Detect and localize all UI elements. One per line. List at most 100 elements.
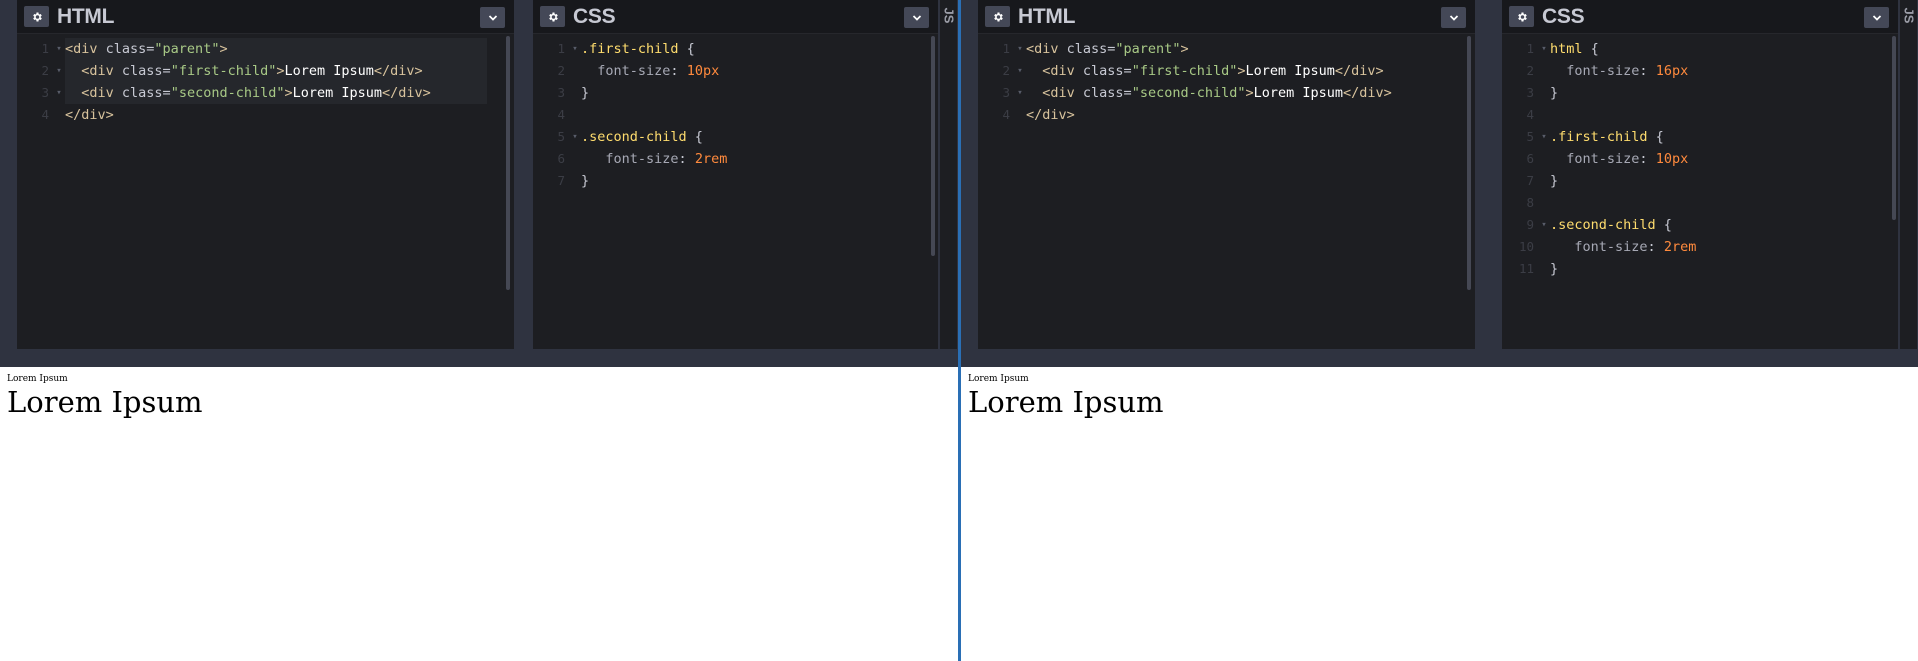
code-token: : <box>1639 151 1656 167</box>
code-token: <div <box>81 63 122 79</box>
line-number: 4 <box>557 107 565 122</box>
fold-gutter <box>1014 104 1026 126</box>
fold-arrow-icon[interactable]: ▾ <box>53 60 65 82</box>
code-line[interactable]: 2 font-size: 16px <box>1502 60 1898 82</box>
code-token: </div> <box>1343 85 1392 101</box>
code-line[interactable]: 2 font-size: 10px <box>533 60 938 82</box>
code-token: 10px <box>1655 151 1689 167</box>
fold-arrow-icon[interactable]: ▾ <box>53 38 65 60</box>
chevron-down-icon <box>1872 14 1881 21</box>
scrollbar[interactable] <box>931 36 935 256</box>
panel-menu-button[interactable] <box>1441 7 1466 28</box>
fold-arrow-icon[interactable]: ▾ <box>1014 60 1026 82</box>
code-line[interactable]: 7} <box>533 170 938 192</box>
code-token: Lorem Ipsum <box>1253 85 1344 101</box>
code-token: .second-child <box>1550 217 1664 233</box>
js-panel-collapsed[interactable]: JS <box>1900 0 1917 349</box>
html-editor-panel[interactable]: HTML 1 ▾ <div class="parent"> 2 ▾ <div class… <box>17 0 514 349</box>
fold-arrow-icon[interactable]: ▾ <box>1538 214 1550 236</box>
code-area[interactable]: 1 ▾ html {2 font-size: 16px 3} 4 5 ▾ .first-chi… <box>1502 38 1898 280</box>
code-line[interactable]: 6 font-size: 10px <box>1502 148 1898 170</box>
js-panel-label[interactable]: JS <box>1902 8 1917 24</box>
code-line[interactable]: 10 font-size: 2rem <box>1502 236 1898 258</box>
code-token: </div> <box>373 63 423 79</box>
fold-arrow-icon[interactable]: ▾ <box>53 82 65 104</box>
panel-menu-button[interactable] <box>1864 7 1889 28</box>
settings-button[interactable] <box>24 6 49 27</box>
code-line[interactable]: 7} <box>1502 170 1898 192</box>
fold-gutter <box>1538 148 1550 170</box>
code-line[interactable]: 8 <box>1502 192 1898 214</box>
css-editor-panel[interactable]: CSS 1 ▾ html {2 font-size: 16px 3} 4 5 ▾ .first… <box>1502 0 1898 349</box>
code-text: font-size: 10px <box>581 60 719 82</box>
code-text: <div class="first-child">Lorem Ipsum</di… <box>1026 60 1383 82</box>
code-line[interactable]: 1 ▾ .first-child { <box>533 38 938 60</box>
html-editor-panel[interactable]: HTML 1 ▾ <div class="parent"> 2 ▾ <div class… <box>978 0 1475 349</box>
code-text: .second-child { <box>1550 214 1672 236</box>
code-token: font-size <box>1574 239 1648 255</box>
code-area[interactable]: 1 ▾ .first-child {2 font-size: 10px 3} 4 5 ▾ .s… <box>533 38 938 192</box>
settings-button[interactable] <box>1509 6 1534 27</box>
code-token: 2rem <box>694 151 728 167</box>
line-number: 10 <box>1518 239 1534 254</box>
code-line[interactable]: 9 ▾ .second-child { <box>1502 214 1898 236</box>
line-number: 7 <box>557 173 565 188</box>
code-area[interactable]: 1 ▾ <div class="parent"> 2 ▾ <div class="fir… <box>978 38 1475 126</box>
line-number: 5 <box>557 129 565 144</box>
scrollbar[interactable] <box>506 36 510 290</box>
code-line[interactable]: 2 ▾ <div class="first-child">Lorem Ipsum<… <box>17 60 514 82</box>
code-token: "parent" <box>1115 41 1181 57</box>
fold-arrow-icon[interactable]: ▾ <box>1014 38 1026 60</box>
settings-button[interactable] <box>540 6 565 27</box>
scrollbar[interactable] <box>1467 36 1471 290</box>
code-line[interactable]: 3} <box>533 82 938 104</box>
code-line[interactable]: 11} <box>1502 258 1898 280</box>
fold-arrow-icon[interactable]: ▾ <box>569 38 581 60</box>
panel-menu-button[interactable] <box>904 7 929 28</box>
code-line[interactable]: 1 ▾ <div class="parent"> <box>978 38 1475 60</box>
fold-arrow-icon[interactable]: ▾ <box>569 126 581 148</box>
line-number: 3 <box>557 85 565 100</box>
code-text: .first-child { <box>1550 126 1664 148</box>
fold-arrow-icon[interactable]: ▾ <box>1538 38 1550 60</box>
code-line[interactable]: 4 <box>1502 104 1898 126</box>
code-line[interactable]: 5 ▾ .first-child { <box>1502 126 1898 148</box>
editors-area: HTML 1 ▾ <div class="parent"> 2 ▾ <div class… <box>0 0 958 367</box>
code-line[interactable]: 2 ▾ <div class="first-child">Lorem Ipsum<… <box>978 60 1475 82</box>
code-token: <div <box>1042 63 1083 79</box>
code-line[interactable]: 4 </div> <box>17 104 514 126</box>
code-line[interactable]: 4 </div> <box>978 104 1475 126</box>
code-line[interactable]: 1 ▾ <div class="parent"> <box>17 38 514 60</box>
code-line[interactable]: 5 ▾ .second-child { <box>533 126 938 148</box>
fold-arrow-icon[interactable]: ▾ <box>1538 126 1550 148</box>
settings-button[interactable] <box>985 6 1010 27</box>
css-editor-panel[interactable]: CSS 1 ▾ .first-child {2 font-size: 10px 3} 4… <box>533 0 938 349</box>
code-line[interactable]: 1 ▾ html { <box>1502 38 1898 60</box>
code-text: <div class="first-child">Lorem Ipsum</di… <box>65 60 487 82</box>
js-panel-collapsed[interactable]: JS <box>940 0 957 349</box>
code-token: class <box>121 85 163 101</box>
code-area[interactable]: 1 ▾ <div class="parent"> 2 ▾ <div class="fir… <box>17 38 514 126</box>
fold-gutter <box>1538 104 1550 126</box>
code-text: </div> <box>65 104 114 126</box>
code-token: class <box>1066 41 1108 57</box>
code-line[interactable]: 3 ▾ <div class="second-child">Lorem Ipsum… <box>17 82 514 104</box>
code-token: .second-child <box>581 129 695 145</box>
code-line[interactable]: 3 ▾ <div class="second-child">Lorem Ipsum… <box>978 82 1475 104</box>
code-token: } <box>1550 261 1559 277</box>
scrollbar[interactable] <box>1892 36 1896 220</box>
line-number: 7 <box>1526 173 1534 188</box>
fold-arrow-icon[interactable]: ▾ <box>1014 82 1026 104</box>
code-line[interactable]: 3} <box>1502 82 1898 104</box>
js-panel-label[interactable]: JS <box>942 8 957 24</box>
code-line[interactable]: 4 <box>533 104 938 126</box>
code-token: font-size <box>597 63 671 79</box>
code-line[interactable]: 6 font-size: 2rem <box>533 148 938 170</box>
panel-menu-button[interactable] <box>480 7 505 28</box>
code-token: </div> <box>1026 107 1075 123</box>
code-text: <div class="second-child">Lorem Ipsum</d… <box>1026 82 1392 104</box>
